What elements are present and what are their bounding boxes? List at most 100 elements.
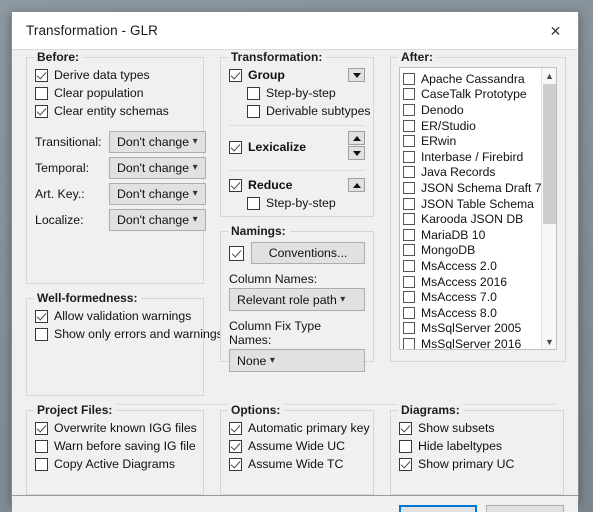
checkbox-namings-enabled[interactable]	[229, 245, 244, 261]
checkbox-box	[403, 322, 415, 335]
list-item[interactable]: MongoDB	[403, 243, 541, 259]
checkbox-label: Assume Wide TC	[248, 457, 344, 471]
list-item-label: MsAccess 8.0	[421, 305, 497, 320]
checkbox-box	[35, 327, 48, 341]
list-item[interactable]: JSON Table Schema	[403, 196, 541, 212]
checkbox-box	[35, 439, 48, 453]
select-art-key[interactable]: Don't change ▾	[109, 183, 207, 205]
list-item[interactable]: ERwin	[403, 133, 541, 149]
list-item[interactable]: MsAccess 2016	[403, 274, 541, 290]
checkbox-box	[403, 135, 415, 148]
checkbox-box	[35, 457, 48, 471]
checkbox-warn-before-saving-ig-file[interactable]: Warn before saving IG file	[35, 437, 196, 455]
ok-button[interactable]: ✓ OK	[399, 505, 477, 512]
list-item[interactable]: Apache Cassandra	[403, 71, 541, 87]
checkbox-label: Allow validation warnings	[54, 309, 192, 323]
after-list-items: Apache Cassandra CaseTalk Prototype Deno…	[400, 68, 541, 349]
checkbox-box	[403, 244, 415, 257]
checkbox-lexicalize[interactable]: Lexicalize	[229, 131, 365, 163]
checkbox-box	[403, 291, 415, 304]
chevron-down-icon: ▾	[340, 293, 346, 305]
scroll-up-button[interactable]: ▲	[542, 68, 556, 83]
checkbox-overwrite-known-igg-files[interactable]: Overwrite known IGG files	[35, 419, 197, 437]
checkbox-allow-validation-warnings[interactable]: Allow validation warnings	[35, 307, 195, 325]
list-item[interactable]: MsSqlServer 2016	[403, 336, 541, 349]
list-item[interactable]: Interbase / Firebird	[403, 149, 541, 165]
checkbox-box	[35, 86, 48, 100]
label-column-fix-type-names: Column Fix Type Names:	[229, 319, 322, 347]
list-item[interactable]: Java Records	[403, 165, 541, 181]
scroll-down-button[interactable]: ▼	[542, 334, 556, 349]
conventions-row: Conventions...	[229, 242, 365, 264]
checkbox-derivable-subtypes[interactable]: Derivable subtypes	[229, 102, 371, 120]
chevron-down-icon: ▾	[192, 188, 198, 199]
select-temporal[interactable]: Don't change ▾	[109, 157, 207, 179]
checkbox-show-only-errors-and-warnings[interactable]: Show only errors and warnings	[35, 325, 223, 343]
lexicalize-spinner-down[interactable]	[348, 146, 365, 160]
list-item[interactable]: MsAccess 2.0	[403, 258, 541, 274]
list-item-label: MsAccess 7.0	[421, 290, 497, 305]
list-item[interactable]: MsAccess 8.0	[403, 305, 541, 321]
list-item[interactable]: Karooda JSON DB	[403, 211, 541, 227]
select-value: Don't change	[117, 135, 190, 149]
checkbox-box	[35, 68, 48, 82]
list-item[interactable]: MariaDB 10	[403, 227, 541, 243]
list-item[interactable]: MsSqlServer 2005	[403, 321, 541, 337]
list-item[interactable]: JSON Schema Draft 7	[403, 180, 541, 196]
checkbox-show-primary-uc[interactable]: Show primary UC	[399, 455, 555, 473]
list-item[interactable]: Denodo	[403, 102, 541, 118]
column-left: Before: Derive data types Clear populati…	[20, 50, 223, 396]
checkbox-clear-population[interactable]: Clear population	[35, 84, 195, 102]
checkbox-group[interactable]: Group	[229, 66, 365, 84]
list-item[interactable]: CaseTalk Prototype	[403, 87, 541, 103]
checkbox-label: Show primary UC	[418, 457, 515, 471]
checkbox-label: Derivable subtypes	[266, 104, 371, 118]
checkbox-reduce[interactable]: Reduce	[229, 176, 365, 194]
checkbox-box	[403, 337, 415, 349]
list-item[interactable]: MsAccess 7.0	[403, 289, 541, 305]
lexicalize-spinner-up[interactable]	[348, 131, 365, 145]
list-item-label: Interbase / Firebird	[421, 149, 524, 164]
scrollbar-thumb[interactable]	[543, 84, 556, 224]
checkbox-label: Reduce	[248, 178, 293, 192]
select-value: Don't change	[117, 187, 190, 201]
checkbox-box	[403, 88, 415, 101]
after-listbox[interactable]: Apache Cassandra CaseTalk Prototype Deno…	[399, 67, 557, 350]
chevron-down-icon	[352, 72, 361, 78]
list-item-label: Java Records	[421, 165, 496, 180]
select-column-names[interactable]: Relevant role path ▾	[229, 288, 365, 311]
checkbox-group-step-by-step[interactable]: Step-by-step	[229, 84, 365, 102]
group-spinner-down[interactable]	[348, 68, 365, 82]
checkbox-automatic-primary-key[interactable]: Automatic primary key	[229, 419, 370, 437]
list-item[interactable]: ER/Studio	[403, 118, 541, 134]
checkbox-label: Group	[248, 68, 285, 82]
select-column-fix-type-names[interactable]: None ▾	[229, 349, 365, 372]
field-transitional: Transitional: Don't change ▾	[35, 129, 207, 155]
cancel-button[interactable]: ✗ Cancel	[486, 505, 564, 512]
checkbox-hide-labeltypes[interactable]: Hide labeltypes	[399, 437, 555, 455]
field-art-key: Art. Key.: Don't change ▾	[35, 181, 207, 207]
options-legend: Options:	[228, 403, 285, 417]
select-transitional[interactable]: Don't change ▾	[109, 131, 207, 153]
after-list-scrollbar[interactable]: ▲ ▼	[541, 68, 556, 349]
checkbox-copy-active-diagrams[interactable]: Copy Active Diagrams	[35, 455, 195, 473]
list-item-label: MongoDB	[421, 243, 476, 258]
close-button[interactable]: ✕	[533, 12, 578, 49]
checkbox-clear-entity-schemas[interactable]: Clear entity schemas	[35, 102, 195, 120]
reduce-spinner-up[interactable]	[348, 178, 365, 192]
project-files-group: Project Files: Overwrite known IGG files…	[26, 403, 204, 495]
after-legend: After:	[398, 50, 437, 64]
conventions-button[interactable]: Conventions...	[251, 242, 365, 264]
checkbox-label: Automatic primary key	[248, 421, 370, 435]
checkbox-show-subsets[interactable]: Show subsets	[399, 419, 555, 437]
label-localize: Localize:	[35, 213, 84, 227]
chevron-down-icon: ▾	[192, 136, 198, 147]
checkbox-box	[403, 72, 415, 85]
list-item-label: JSON Schema Draft 7	[421, 180, 541, 195]
checkbox-derive-data-types[interactable]: Derive data types	[35, 66, 195, 84]
field-localize: Localize: Don't change ▾	[35, 207, 207, 233]
checkbox-assume-wide-tc[interactable]: Assume Wide TC	[229, 455, 365, 473]
checkbox-reduce-step-by-step[interactable]: Step-by-step	[229, 194, 365, 212]
checkbox-assume-wide-uc[interactable]: Assume Wide UC	[229, 437, 365, 455]
select-localize[interactable]: Don't change ▾	[109, 209, 207, 231]
